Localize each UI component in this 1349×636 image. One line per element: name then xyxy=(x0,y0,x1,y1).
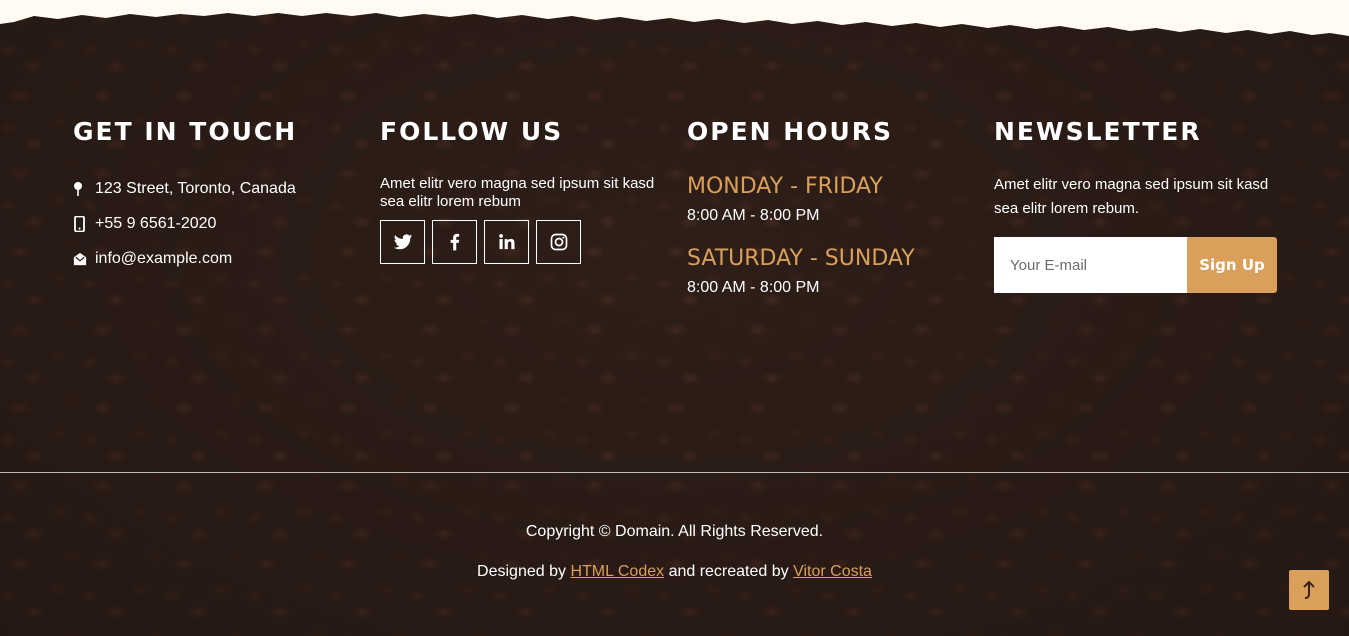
contact-column: GET IN TOUCH 123 Street, Toronto, Canada… xyxy=(73,115,297,284)
follow-description: Amet elitr vero magna sed ipsum sit kasd… xyxy=(380,175,655,210)
contact-phone-text: +55 9 6561-2020 xyxy=(95,215,217,232)
footer-divider xyxy=(0,472,1349,473)
instagram-button[interactable] xyxy=(536,220,581,264)
twitter-button[interactable] xyxy=(380,220,425,264)
recreated-by-text: and recreated by xyxy=(668,563,789,580)
facebook-button[interactable] xyxy=(432,220,477,264)
copyright-line: Copyright © Domain. All Rights Reserved. xyxy=(525,523,824,540)
contact-heading: GET IN TOUCH xyxy=(73,117,298,146)
contact-address: 123 Street, Toronto, Canada xyxy=(73,179,297,199)
hours-heading: OPEN HOURS xyxy=(687,117,894,146)
twitter-icon xyxy=(393,234,412,250)
linkedin-button[interactable] xyxy=(484,220,529,264)
credits-line: Designed by HTML Codex and recreated by … xyxy=(0,563,1349,581)
newsletter-heading: NEWSLETTER xyxy=(994,117,1202,146)
email-input[interactable] xyxy=(994,237,1187,293)
sign-up-button[interactable]: Sign Up xyxy=(1187,237,1277,293)
newsletter-description: Amet elitr vero magna sed ipsum sit kasd… xyxy=(994,176,1269,217)
vitor-costa-link[interactable]: Vitor Costa xyxy=(793,563,872,580)
social-links xyxy=(380,220,660,264)
contact-email: info@example.com xyxy=(73,249,297,269)
contact-email-text: info@example.com xyxy=(95,250,233,267)
follow-column: FOLLOW US Amet elitr vero magna sed ipsu… xyxy=(380,115,660,264)
instagram-icon xyxy=(550,233,567,251)
torn-paper-edge xyxy=(0,0,1349,36)
linkedin-icon xyxy=(498,234,514,250)
envelope-open-icon xyxy=(73,252,87,266)
contact-address-text: 123 Street, Toronto, Canada xyxy=(95,180,296,197)
mobile-phone-icon xyxy=(74,216,85,232)
weekday-time: 8:00 AM - 8:00 PM xyxy=(687,207,820,224)
weekday-label: MONDAY - FRIDAY xyxy=(687,174,883,199)
footer: GET IN TOUCH 123 Street, Toronto, Canada… xyxy=(0,0,1349,636)
follow-heading: FOLLOW US xyxy=(380,117,564,146)
newsletter-form: Sign Up xyxy=(994,237,1284,293)
weekend-label: SATURDAY - SUNDAY xyxy=(687,246,915,271)
contact-phone: +55 9 6561-2020 xyxy=(73,214,297,234)
newsletter-column: NEWSLETTER Amet elitr vero magna sed ips… xyxy=(994,115,1284,293)
back-to-top-button[interactable] xyxy=(1289,570,1329,610)
designed-by-text: Designed by xyxy=(477,563,566,580)
weekend-time: 8:00 AM - 8:00 PM xyxy=(687,279,820,296)
facebook-icon xyxy=(450,233,459,251)
arrow-up-icon xyxy=(1303,581,1315,599)
hours-column: OPEN HOURS MONDAY - FRIDAY 8:00 AM - 8:0… xyxy=(687,115,915,317)
map-marker-icon xyxy=(74,182,82,196)
html-codex-link[interactable]: HTML Codex xyxy=(570,563,664,580)
